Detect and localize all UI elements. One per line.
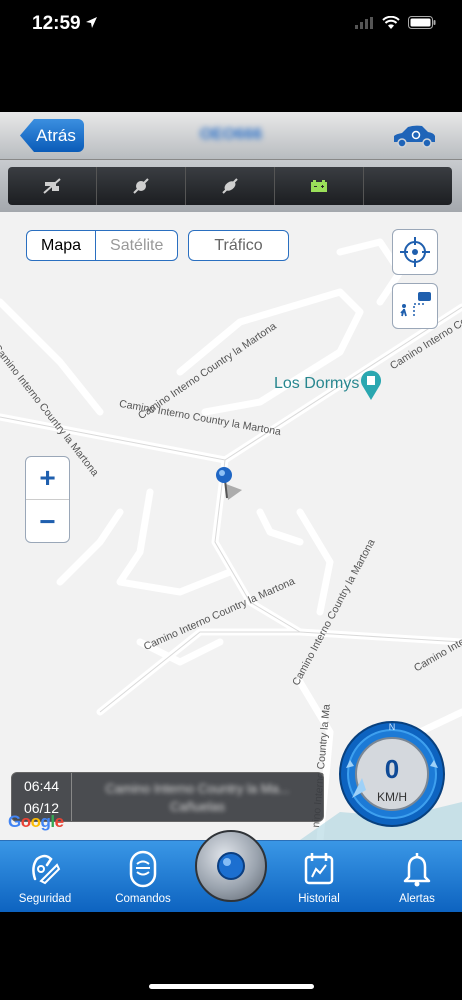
zoom-in-button[interactable]: +	[26, 457, 69, 500]
tab-commands[interactable]: Comandos	[110, 841, 176, 913]
home-indicator	[149, 984, 314, 989]
toolbar-cell-alarm[interactable]	[97, 167, 186, 205]
center-button-icon	[217, 852, 245, 880]
cellular-signal-icon	[355, 16, 373, 29]
zoom-control: + −	[25, 456, 70, 543]
compass-north-label: N	[388, 722, 396, 732]
security-icon	[32, 854, 61, 885]
commands-icon	[129, 850, 157, 888]
tab-label: Alertas	[399, 893, 435, 905]
position-address: Camino Interno Country la Ma... Cañuelas	[72, 773, 323, 821]
toolbar-cell-ignition[interactable]	[8, 167, 97, 205]
location-arrow-icon	[86, 17, 97, 28]
speed-unit: KM/H	[377, 790, 407, 804]
speedometer: N 0 KM/H	[338, 720, 446, 828]
battery-ok-icon	[311, 180, 327, 192]
toolbar-cell-empty	[364, 167, 452, 205]
toolbar-cell-gps[interactable]	[186, 167, 275, 205]
poi-marker-icon[interactable]	[360, 370, 382, 400]
vehicle-status-toolbar	[0, 160, 462, 212]
center-action-button[interactable]	[195, 830, 267, 902]
vehicle-pin-icon[interactable]	[214, 466, 244, 502]
walk-to-car-button[interactable]	[392, 283, 438, 329]
status-time: 12:59	[32, 13, 81, 34]
wifi-icon	[382, 16, 400, 29]
status-icons-strip	[8, 167, 452, 205]
map-type-satellite[interactable]: Satélite	[95, 231, 177, 260]
toolbar-cell-battery[interactable]	[275, 167, 364, 205]
battery-icon	[408, 16, 436, 29]
tab-history[interactable]: Historial	[286, 841, 352, 913]
satellite-off-icon	[222, 178, 238, 194]
tab-label: Comandos	[115, 893, 171, 905]
tab-label: Historial	[298, 893, 340, 905]
walk-to-car-icon	[400, 292, 431, 317]
ignition-off-icon	[43, 178, 61, 194]
position-time: 06:44	[23, 778, 60, 794]
navigation-bar: Atrás OEO666	[0, 112, 462, 160]
tab-label: Seguridad	[18, 893, 72, 905]
history-icon	[304, 853, 334, 885]
map-type-selector: Mapa Satélite	[26, 230, 179, 261]
map-view[interactable]: Camino Interno Country la Martona Camino…	[0, 212, 462, 840]
address-line-2: Cañuelas	[170, 798, 225, 814]
alerts-icon	[403, 853, 431, 887]
alarm-off-icon	[133, 178, 149, 194]
speed-value: 0	[384, 754, 400, 784]
tab-security[interactable]: Seguridad	[12, 841, 78, 913]
map-type-standard[interactable]: Mapa	[27, 231, 95, 260]
status-bar: 12:59	[0, 0, 462, 52]
google-logo: Google	[8, 812, 64, 831]
address-line-1: Camino Interno Country la Ma...	[105, 780, 290, 796]
poi-label[interactable]: Los Dormys	[274, 375, 359, 393]
tab-alerts[interactable]: Alertas	[384, 841, 450, 913]
locate-button[interactable]	[392, 229, 438, 275]
crosshair-icon	[400, 237, 430, 267]
zoom-out-button[interactable]: −	[26, 500, 69, 543]
traffic-toggle-button[interactable]: Tráfico	[188, 230, 289, 261]
car-settings-icon[interactable]	[390, 124, 438, 148]
